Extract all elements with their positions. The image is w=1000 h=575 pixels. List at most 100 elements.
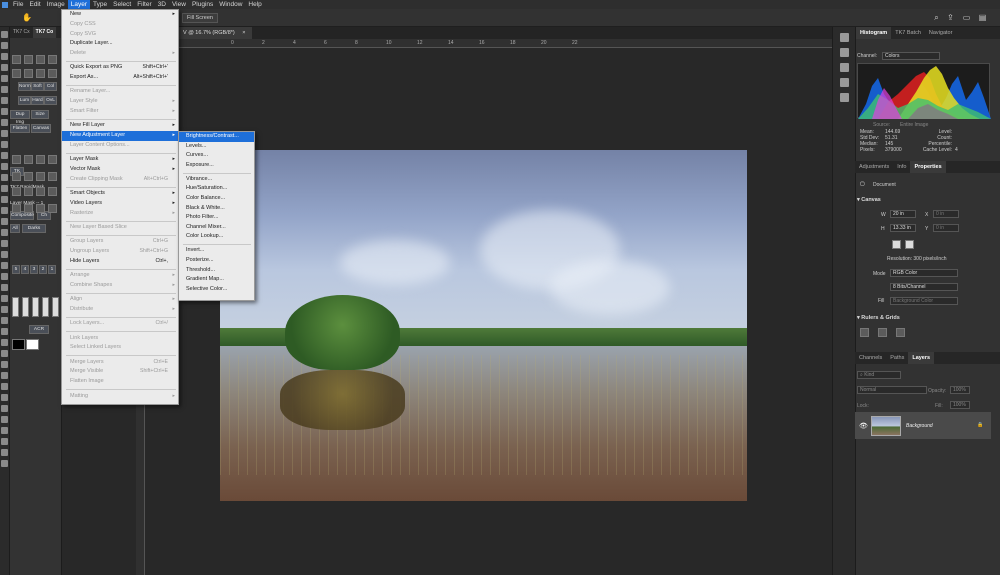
menu-item-new-layer-based-slice[interactable]: New Layer Based Slice bbox=[62, 223, 178, 233]
menu-item-layer-mask[interactable]: Layer Mask ▸ bbox=[62, 155, 178, 165]
tk7-action-icon[interactable] bbox=[12, 204, 21, 213]
menu-file[interactable]: File bbox=[10, 0, 26, 9]
tool-icon[interactable] bbox=[1, 229, 8, 236]
menu-view[interactable]: View bbox=[169, 0, 189, 9]
tool-icon[interactable] bbox=[1, 273, 8, 280]
menu-item-hide-layers[interactable]: Hide Layers Ctrl+, bbox=[62, 257, 178, 267]
tab-tk7-batch[interactable]: TK7 Batch bbox=[891, 27, 925, 39]
tab-layers[interactable]: Layers bbox=[908, 352, 935, 364]
tool-icon[interactable] bbox=[1, 449, 8, 456]
tool-icon[interactable] bbox=[1, 416, 8, 423]
tk7-button-darks[interactable]: Darks bbox=[22, 224, 46, 233]
menu-item-gradient-map[interactable]: Gradient Map... bbox=[179, 275, 254, 285]
tk7-action-icon[interactable] bbox=[48, 187, 57, 196]
mode-select[interactable]: RGB Color bbox=[890, 269, 958, 277]
menu-item-brightness-contrast[interactable]: Brightness/Contrast... bbox=[179, 132, 254, 142]
tk7-action-icon[interactable] bbox=[48, 204, 57, 213]
eye-icon[interactable]: 👁 bbox=[859, 422, 868, 430]
blend-mode-select[interactable]: Normal bbox=[857, 386, 927, 394]
menu-help[interactable]: Help bbox=[245, 0, 264, 9]
zone-number-button[interactable]: 5 bbox=[12, 265, 20, 274]
tool-icon[interactable] bbox=[1, 141, 8, 148]
tk7-button-size[interactable]: Size bbox=[31, 110, 49, 119]
tool-icon[interactable] bbox=[1, 53, 8, 60]
menu-item-layer-style[interactable]: Layer Style ▸ bbox=[62, 97, 178, 107]
layout-icon[interactable]: ▤ bbox=[978, 13, 987, 22]
menu-window[interactable]: Window bbox=[216, 0, 245, 9]
fill-opacity-input[interactable]: 100% bbox=[950, 401, 970, 409]
tab-paths[interactable]: Paths bbox=[886, 352, 908, 364]
menu-item-duplicate-layer[interactable]: Duplicate Layer... bbox=[62, 39, 178, 49]
tk7-action-icon[interactable] bbox=[24, 204, 33, 213]
tool-icon[interactable] bbox=[1, 405, 8, 412]
menu-item-copy-svg[interactable]: Copy SVG bbox=[62, 30, 178, 40]
menu-item-merge-layers[interactable]: Merge Layers Ctrl+E bbox=[62, 358, 178, 368]
tool-icon[interactable] bbox=[1, 240, 8, 247]
tool-icon[interactable] bbox=[1, 350, 8, 357]
menu-item-link-layers[interactable]: Link Layers bbox=[62, 334, 178, 344]
tk7-action-icon[interactable] bbox=[24, 69, 33, 78]
menu-item-flatten-image[interactable]: Flatten Image bbox=[62, 377, 178, 387]
fill-screen-button[interactable]: Fill Screen bbox=[182, 13, 218, 23]
menu-item-combine-shapes[interactable]: Combine Shapes ▸ bbox=[62, 281, 178, 291]
layer-row-background[interactable]: 👁 Background 🔒 bbox=[855, 412, 991, 439]
tool-icon[interactable] bbox=[1, 394, 8, 401]
portrait-orientation-icon[interactable] bbox=[892, 240, 901, 249]
zone-number-button[interactable]: 4 bbox=[21, 265, 29, 274]
tk7-tab[interactable]: TK7 Co bbox=[32, 27, 57, 38]
tool-icon[interactable] bbox=[1, 152, 8, 159]
tk7-action-icon[interactable] bbox=[12, 172, 21, 181]
tk7-action-icon[interactable] bbox=[24, 187, 33, 196]
tool-icon[interactable] bbox=[1, 108, 8, 115]
menu-item-arrange[interactable]: Arrange ▸ bbox=[62, 271, 178, 281]
menu-item-ungroup-layers[interactable]: Ungroup Layers Shift+Ctrl+G bbox=[62, 247, 178, 257]
tk7-action-icon[interactable] bbox=[48, 55, 57, 64]
channel-select[interactable]: Colors bbox=[882, 52, 940, 60]
width-input[interactable]: 20 in bbox=[890, 210, 916, 218]
tk7-action-icon[interactable] bbox=[12, 55, 21, 64]
menu-edit[interactable]: Edit bbox=[26, 0, 43, 9]
tab-properties[interactable]: Properties bbox=[910, 161, 946, 173]
menu-item-selective-color[interactable]: Selective Color... bbox=[179, 285, 254, 295]
tool-icon[interactable] bbox=[1, 438, 8, 445]
menu-item-channel-mixer[interactable]: Channel Mixer... bbox=[179, 223, 254, 233]
rulers-grids-header[interactable]: ▾ Rulers & Grids bbox=[857, 315, 998, 321]
tab-info[interactable]: Info bbox=[893, 161, 910, 173]
tk7-action-icon[interactable] bbox=[36, 69, 45, 78]
menu-plugins[interactable]: Plugins bbox=[189, 0, 216, 9]
y-input[interactable]: 0 in bbox=[933, 224, 959, 232]
tk7-button-acr[interactable]: ACR bbox=[29, 325, 49, 334]
tool-icon[interactable] bbox=[1, 218, 8, 225]
search-icon[interactable]: ⌕ bbox=[932, 13, 941, 22]
menu-item-hue-saturation[interactable]: Hue/Saturation... bbox=[179, 184, 254, 194]
slider-handle[interactable] bbox=[32, 297, 39, 317]
menu-item-matting[interactable]: Matting ▸ bbox=[62, 392, 178, 402]
tk7-action-icon[interactable] bbox=[36, 55, 45, 64]
tool-icon[interactable] bbox=[1, 163, 8, 170]
brush-icon[interactable] bbox=[840, 63, 849, 72]
tab-adjustments[interactable]: Adjustments bbox=[855, 161, 893, 173]
menu-image[interactable]: Image bbox=[44, 0, 68, 9]
menu-item-export-as[interactable]: Export As... Alt+Shift+Ctrl+' bbox=[62, 73, 178, 83]
menu-item-smart-filter[interactable]: Smart Filter ▸ bbox=[62, 107, 178, 117]
grid-icon[interactable] bbox=[878, 328, 887, 337]
menu-item-rename-layer[interactable]: Rename Layer... bbox=[62, 87, 178, 97]
close-icon[interactable]: × bbox=[242, 30, 245, 36]
landscape-orientation-icon[interactable] bbox=[905, 240, 914, 249]
tk7-action-icon[interactable] bbox=[12, 69, 21, 78]
tk7-action-icon[interactable] bbox=[36, 155, 45, 164]
menu-item-vibrance[interactable]: Vibrance... bbox=[179, 175, 254, 185]
menu-type[interactable]: Type bbox=[90, 0, 110, 9]
tool-icon[interactable] bbox=[1, 372, 8, 379]
tool-icon[interactable] bbox=[1, 361, 8, 368]
tool-icon[interactable] bbox=[1, 427, 8, 434]
tk7-action-icon[interactable] bbox=[48, 172, 57, 181]
fill-select[interactable]: Background Color bbox=[890, 297, 958, 305]
adjust-icon[interactable] bbox=[840, 78, 849, 87]
menu-item-vector-mask[interactable]: Vector Mask ▸ bbox=[62, 165, 178, 175]
zone-number-button[interactable]: 3 bbox=[30, 265, 38, 274]
tool-icon[interactable] bbox=[1, 339, 8, 346]
tk7-button-ovl[interactable]: OvL bbox=[44, 96, 57, 105]
menu-item-group-layers[interactable]: Group Layers Ctrl+G bbox=[62, 237, 178, 247]
guides-icon[interactable] bbox=[896, 328, 905, 337]
